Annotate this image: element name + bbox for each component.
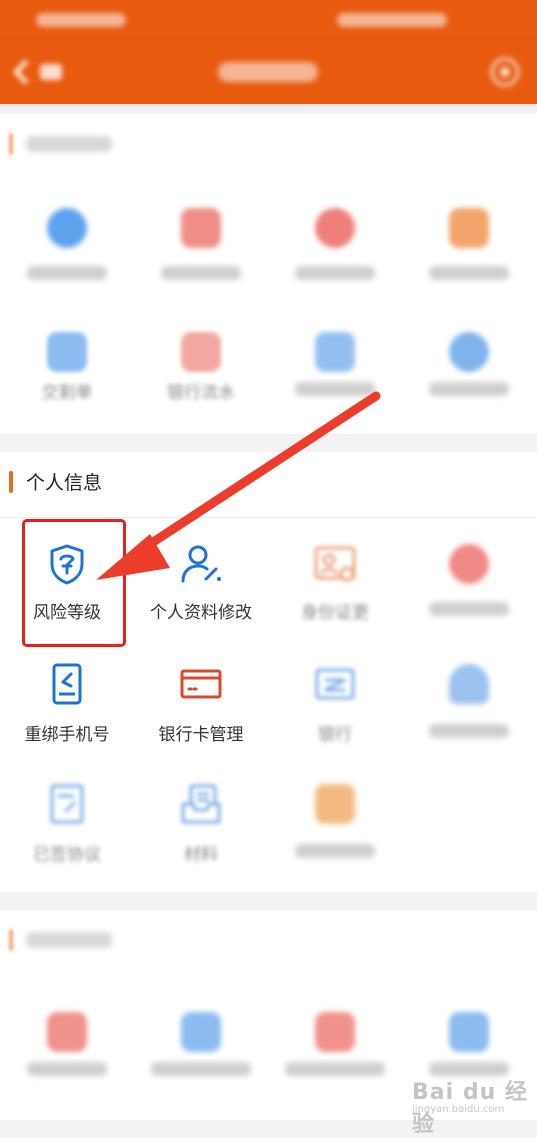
blurred-icon <box>315 784 355 824</box>
highlight-box <box>22 519 126 647</box>
item-blurred-2[interactable] <box>402 646 536 764</box>
account-item-2[interactable] <box>134 990 268 1108</box>
id-card-icon <box>314 546 356 582</box>
section-accent-bar <box>9 471 13 493</box>
nav-bar <box>0 40 537 104</box>
trade-item-3[interactable] <box>268 186 402 304</box>
blurred-label <box>429 266 509 280</box>
section-trade-title-blur <box>26 136 112 152</box>
section-accent-bar <box>9 929 13 951</box>
bank-card-icon <box>180 669 222 699</box>
user-edit-icon <box>181 545 221 583</box>
item-label: 重绑手机号 <box>24 725 110 745</box>
trade-item-1[interactable] <box>0 186 134 304</box>
item-bank[interactable]: 银行 <box>268 646 402 764</box>
watermark: Bai du 经验 jingyan.baidu.com <box>410 1074 530 1137</box>
section-account-title-blur <box>26 932 112 948</box>
item-rebind-phone[interactable]: 重绑手机号 <box>0 646 134 764</box>
item-blurred-1[interactable] <box>402 526 536 644</box>
trade-item-label: 银行流水 <box>167 383 235 403</box>
trade-item-blurred-2[interactable] <box>402 310 536 428</box>
item-label: 材料 <box>184 845 218 865</box>
item-profile-edit[interactable]: 个人资料修改 <box>134 526 268 644</box>
section-divider <box>0 517 537 518</box>
trade-item-label: 交割单 <box>41 383 93 403</box>
blurred-icon <box>449 664 489 704</box>
trade-item-bank-statement[interactable]: 银行流水 <box>134 310 268 428</box>
item-bank-card-management[interactable]: 银行卡管理 <box>134 646 268 764</box>
item-signed-agreements[interactable]: 已签协议 <box>0 766 134 884</box>
blurred-icon <box>315 1012 355 1052</box>
blurred-label <box>27 1062 107 1076</box>
blurred-icon <box>47 1012 87 1052</box>
watermark-sub: jingyan.baidu.com <box>412 1104 505 1115</box>
item-materials[interactable]: 材料 <box>134 766 268 884</box>
item-label: 个人资料修改 <box>150 603 252 623</box>
blurred-label <box>295 266 375 280</box>
page-title-blur <box>218 62 318 82</box>
status-left-indicators <box>36 10 146 30</box>
materials-icon <box>181 784 221 824</box>
item-id-card-update[interactable]: 身份证更 <box>268 526 402 644</box>
account-item-1[interactable] <box>0 990 134 1108</box>
section-personal-title: 个人信息 <box>26 472 103 494</box>
blurred-icon <box>449 208 489 248</box>
section-accent-bar <box>9 133 13 155</box>
phone-icon <box>52 663 82 705</box>
blurred-icon <box>47 208 87 248</box>
trade-item-blurred-1[interactable] <box>268 310 402 428</box>
section-account-header <box>0 914 537 966</box>
account-item-3[interactable] <box>268 990 402 1108</box>
section-personal-header: 个人信息 <box>0 456 537 508</box>
blurred-label <box>151 1062 251 1076</box>
bank-statement-icon <box>181 332 221 372</box>
blurred-label <box>429 724 509 738</box>
blurred-icon <box>181 1012 221 1052</box>
blurred-icon <box>315 332 355 372</box>
trade-item-delivery-note[interactable]: 交割单 <box>0 310 134 428</box>
settings-button[interactable] <box>487 54 523 90</box>
section-trade: 交割单 银行流水 <box>0 114 537 434</box>
item-label: 银行 <box>318 725 352 745</box>
document-icon <box>47 332 87 372</box>
status-bar <box>0 0 537 40</box>
status-right-indicators <box>337 10 467 30</box>
blurred-label <box>27 266 107 280</box>
blurred-label <box>295 844 375 858</box>
trade-item-2[interactable] <box>134 186 268 304</box>
trade-item-4[interactable] <box>402 186 536 304</box>
blurred-label <box>295 382 375 396</box>
blurred-label <box>285 1062 385 1076</box>
item-label: 身份证更 <box>301 603 369 623</box>
blurred-label <box>161 266 241 280</box>
item-label: 银行卡管理 <box>158 725 244 745</box>
section-trade-header <box>0 118 537 170</box>
blurred-icon <box>449 1012 489 1052</box>
blurred-label <box>429 602 509 616</box>
item-blurred-3[interactable] <box>268 766 402 884</box>
blurred-icon <box>315 208 355 248</box>
item-label: 已签协议 <box>33 845 101 865</box>
bank-icon <box>315 668 355 700</box>
gear-icon <box>490 57 520 87</box>
blurred-label <box>429 382 509 396</box>
signed-agreement-icon <box>50 784 84 824</box>
blurred-icon <box>449 544 489 584</box>
blurred-icon <box>449 332 489 372</box>
blurred-icon <box>181 208 221 248</box>
